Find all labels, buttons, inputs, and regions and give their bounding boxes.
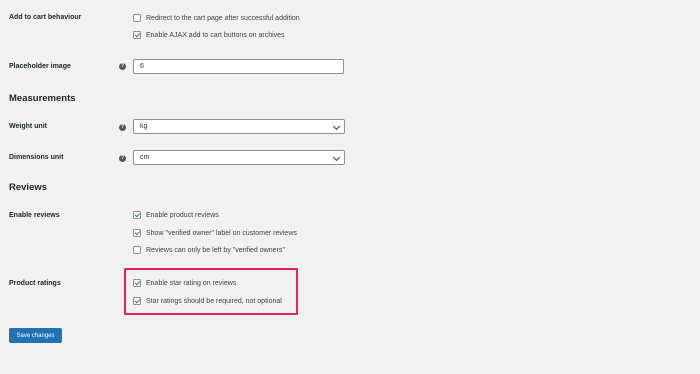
enable-reviews-label: Enable reviews	[9, 212, 60, 219]
placeholder-image-label: Placeholder image	[9, 63, 71, 70]
highlight-box	[124, 268, 298, 315]
chevron-down-icon	[332, 122, 341, 131]
dimensions-unit-label: Dimensions unit	[9, 154, 64, 161]
save-changes-button[interactable]: Save changes	[9, 328, 62, 343]
verified-owners-only-checkbox[interactable]	[133, 246, 141, 254]
ajax-add-to-cart-option[interactable]: Enable AJAX add to cart buttons on archi…	[133, 30, 285, 40]
reviews-heading: Reviews	[9, 182, 48, 193]
enable-product-reviews-text: Enable product reviews	[146, 211, 219, 219]
enable-star-rating-text: Enable star rating on reviews	[146, 279, 237, 287]
verified-owner-label-option[interactable]: Show "verified owner" label on customer …	[133, 228, 297, 238]
enable-star-rating-checkbox[interactable]	[133, 279, 141, 287]
enable-star-rating-option[interactable]: Enable star rating on reviews	[133, 278, 236, 288]
question-icon[interactable]: ?	[119, 155, 126, 162]
enable-product-reviews-checkbox[interactable]	[133, 211, 141, 219]
verified-owner-label-checkbox[interactable]	[133, 229, 141, 237]
question-icon[interactable]: ?	[119, 124, 126, 131]
redirect-to-cart-text: Redirect to the cart page after successf…	[146, 14, 300, 22]
ajax-add-to-cart-text: Enable AJAX add to cart buttons on archi…	[146, 31, 285, 39]
weight-unit-label: Weight unit	[9, 123, 47, 130]
star-rating-required-option[interactable]: Star ratings should be required, not opt…	[133, 296, 282, 306]
question-icon[interactable]: ?	[119, 63, 126, 70]
verified-owners-only-text: Reviews can only be left by "verified ow…	[146, 246, 285, 254]
chevron-down-icon	[332, 153, 341, 162]
add-to-cart-label: Add to cart behaviour	[9, 14, 82, 21]
verified-owners-only-option[interactable]: Reviews can only be left by "verified ow…	[133, 245, 285, 255]
redirect-to-cart-checkbox[interactable]	[133, 14, 141, 22]
star-rating-required-text: Star ratings should be required, not opt…	[146, 297, 282, 305]
weight-unit-select[interactable]: kg	[133, 119, 345, 134]
enable-product-reviews-option[interactable]: Enable product reviews	[133, 210, 219, 220]
ajax-add-to-cart-checkbox[interactable]	[133, 31, 141, 39]
star-rating-required-checkbox[interactable]	[133, 297, 141, 305]
redirect-to-cart-option[interactable]: Redirect to the cart page after successf…	[133, 13, 300, 23]
dimensions-unit-select[interactable]: cm	[133, 150, 345, 165]
weight-unit-value: kg	[140, 123, 148, 130]
product-ratings-label: Product ratings	[9, 280, 61, 287]
dimensions-unit-value: cm	[140, 154, 150, 161]
measurements-heading: Measurements	[9, 93, 76, 104]
placeholder-image-input[interactable]: 6	[133, 59, 344, 74]
verified-owner-label-text: Show "verified owner" label on customer …	[146, 229, 297, 237]
